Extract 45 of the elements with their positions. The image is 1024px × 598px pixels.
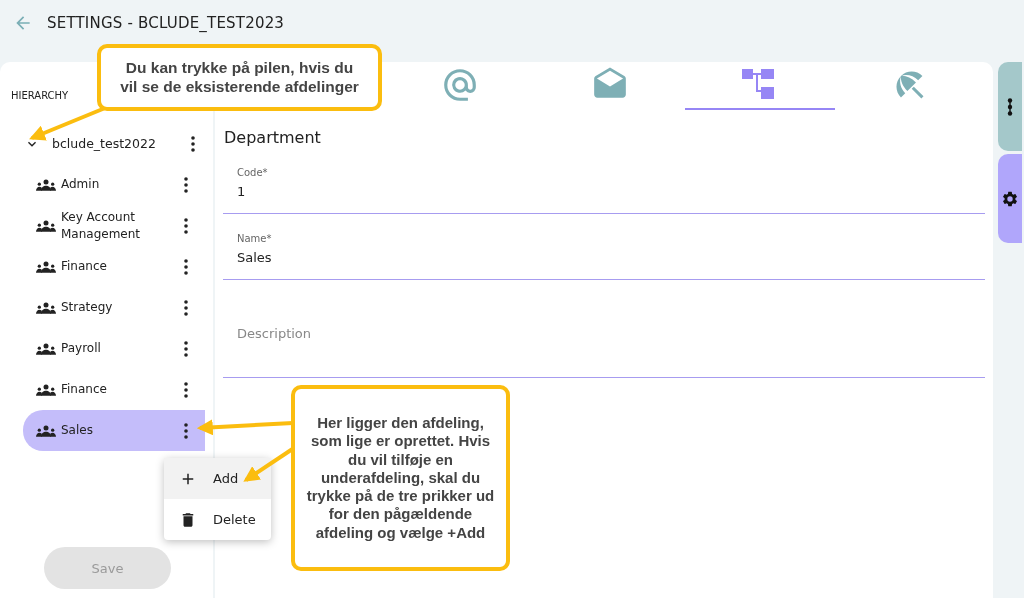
selected-tree-item[interactable]: Sales <box>23 410 205 451</box>
tree-item-row[interactable]: Strategy <box>23 287 205 328</box>
group-icon <box>36 342 56 355</box>
group-icon <box>36 219 56 232</box>
tree-item[interactable]: bclude_test2022 <box>52 136 191 151</box>
more-icon[interactable] <box>184 217 188 234</box>
hierarchy-heading: HIERARCHY <box>11 90 70 101</box>
more-icon[interactable] <box>184 422 188 439</box>
side-tab[interactable] <box>998 154 1022 243</box>
callout-note: Du kan trykke på pilen, hvis du vil se de eksisterende afdelinger <box>97 44 382 111</box>
department-name: Admin <box>61 176 101 193</box>
more-icon[interactable] <box>191 135 195 152</box>
department-name: Sales <box>61 422 94 439</box>
text-field[interactable]: Name* Sales <box>223 225 985 280</box>
page-title: SETTINGS - BCLUDE_TEST2023 <box>47 14 285 32</box>
group-icon <box>36 301 56 314</box>
department-name: Finance <box>61 258 108 275</box>
text-field[interactable]: Description <box>223 291 985 378</box>
tree-item-row[interactable]: Key Account Management <box>23 205 205 246</box>
text-field[interactable]: Code* 1 <box>223 159 985 214</box>
side-tab[interactable] <box>998 62 1022 151</box>
menu-item[interactable]: Add <box>164 458 271 499</box>
group-icon <box>36 260 56 273</box>
more-icon[interactable] <box>184 340 188 357</box>
tree-item-row[interactable]: Finance <box>23 369 205 410</box>
more-icon[interactable] <box>184 258 188 275</box>
department-name: Finance <box>61 381 108 398</box>
group-icon <box>36 424 56 437</box>
callout-note: Her ligger den afdeling, som lige er oprettet. Hvis du vil tilføje en underafdeling, skal du trykke på de tre prikker ud for den pågældende afdeling og vælge +Add <box>291 385 510 571</box>
menu-item[interactable]: Delete <box>164 499 271 540</box>
tree-item-row[interactable]: Finance <box>23 246 205 287</box>
at-sign-icon <box>441 66 479 104</box>
tree-item-row[interactable]: Payroll <box>23 328 205 369</box>
settings-icon <box>1001 189 1019 208</box>
group-icon <box>36 383 56 396</box>
form-title: Department <box>224 128 322 147</box>
more-icon[interactable] <box>184 176 188 193</box>
more-icon[interactable] <box>184 381 188 398</box>
more-icon[interactable] <box>184 299 188 316</box>
department-name: Key Account Management <box>61 208 142 243</box>
connected-dots-icon <box>1007 97 1013 116</box>
department-name: Payroll <box>61 340 102 357</box>
department-name: Strategy <box>61 299 114 316</box>
tree-item-row[interactable]: Admin <box>23 164 205 205</box>
group-icon <box>36 178 56 191</box>
